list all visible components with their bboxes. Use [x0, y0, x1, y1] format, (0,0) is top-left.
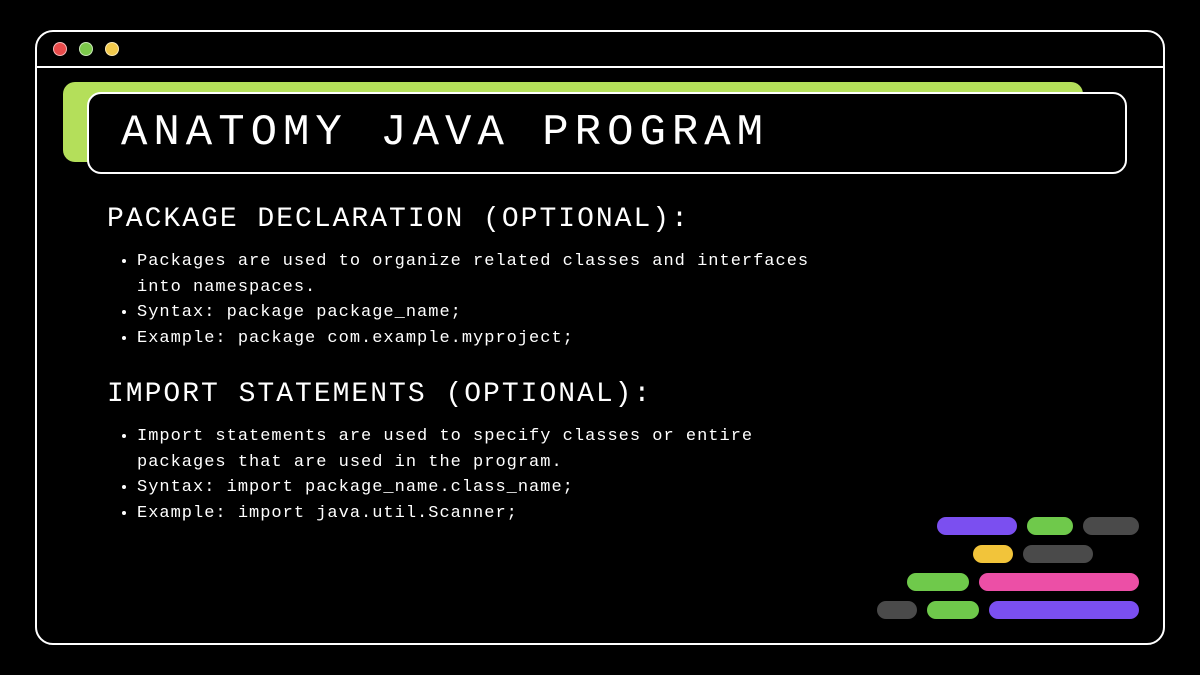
code-pill — [1023, 545, 1093, 563]
page-title: ANATOMY JAVA PROGRAM — [121, 108, 1093, 158]
bullet-list-package: Packages are used to organize related cl… — [107, 249, 827, 351]
list-item: Packages are used to organize related cl… — [137, 249, 827, 300]
list-item: Import statements are used to specify cl… — [137, 424, 827, 475]
code-pill — [937, 517, 1017, 535]
titlebar — [37, 32, 1163, 68]
code-pill — [907, 573, 969, 591]
code-pill — [973, 545, 1013, 563]
code-pill — [989, 601, 1139, 619]
code-row — [907, 573, 1139, 591]
content-area: PACKAGE DECLARATION (OPTIONAL): Packages… — [37, 174, 1163, 526]
window-frame: ANATOMY JAVA PROGRAM PACKAGE DECLARATION… — [35, 30, 1165, 645]
code-row — [973, 545, 1139, 563]
code-row — [877, 601, 1139, 619]
title-box: ANATOMY JAVA PROGRAM — [87, 92, 1127, 174]
list-item: Example: package com.example.myproject; — [137, 326, 827, 352]
section-heading-import: IMPORT STATEMENTS (OPTIONAL): — [107, 379, 1163, 410]
maximize-icon — [105, 42, 119, 56]
code-pill — [1027, 517, 1073, 535]
code-pill — [877, 601, 917, 619]
code-pill — [927, 601, 979, 619]
minimize-icon — [79, 42, 93, 56]
list-item: Syntax: import package_name.class_name; — [137, 475, 827, 501]
list-item: Example: import java.util.Scanner; — [137, 501, 827, 527]
code-pill — [979, 573, 1139, 591]
list-item: Syntax: package package_name; — [137, 300, 827, 326]
section-heading-package: PACKAGE DECLARATION (OPTIONAL): — [107, 204, 1163, 235]
bullet-list-import: Import statements are used to specify cl… — [107, 424, 827, 526]
code-pill — [1083, 517, 1139, 535]
decorative-code-blocks — [877, 517, 1139, 619]
title-block: ANATOMY JAVA PROGRAM — [87, 92, 1127, 174]
code-row — [937, 517, 1139, 535]
close-icon — [53, 42, 67, 56]
